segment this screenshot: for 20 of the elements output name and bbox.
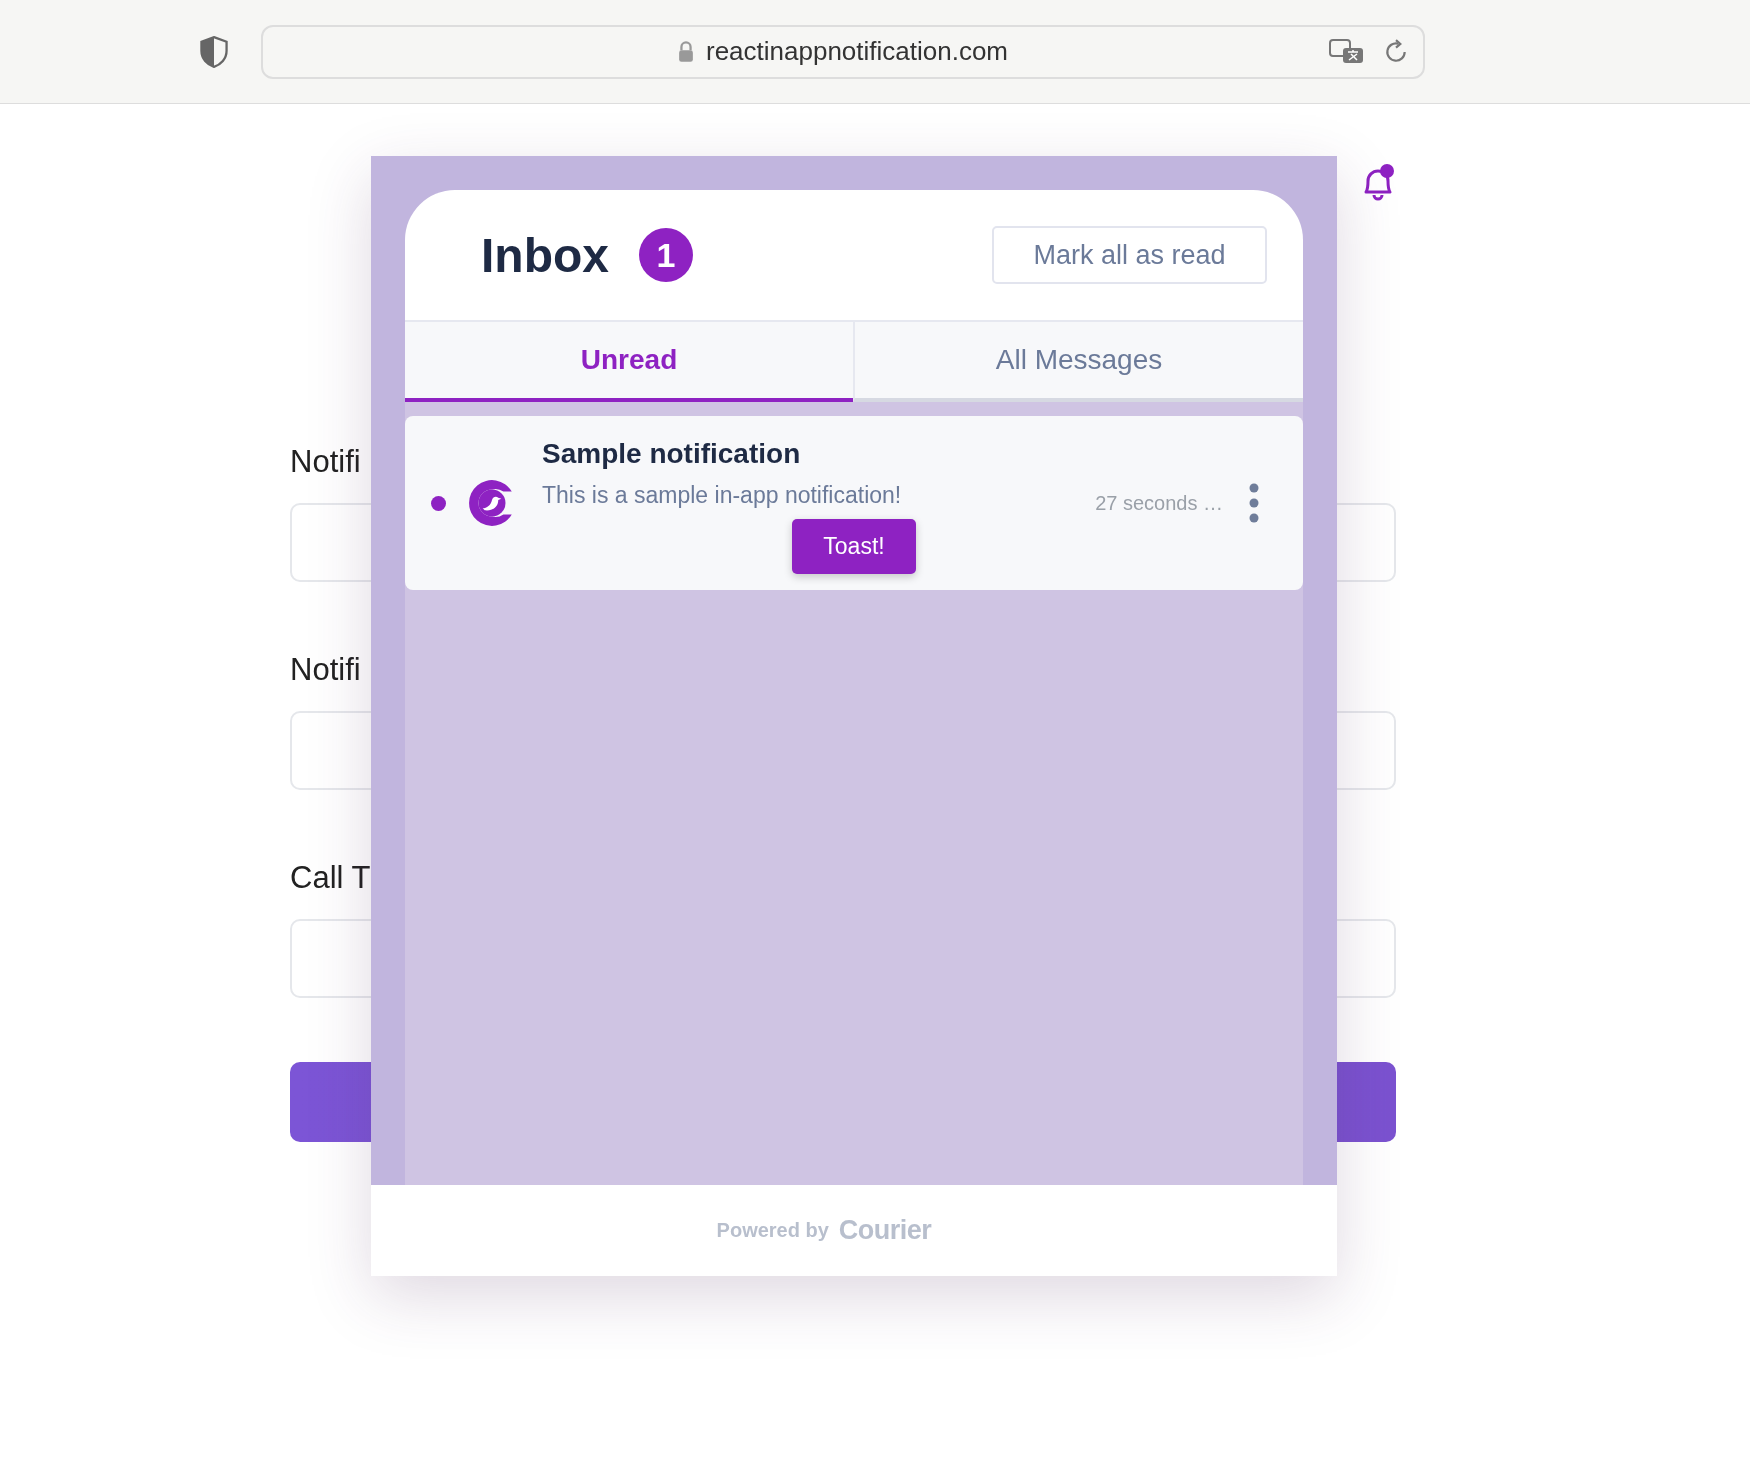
notification-body: This is a sample in-app notification! [542, 482, 902, 509]
field-label: Notifi [290, 652, 361, 688]
tab[interactable]: Unread [405, 322, 853, 402]
reload-icon[interactable] [1383, 38, 1409, 65]
notification-title: Sample notification [542, 438, 801, 470]
mark-all-read-button[interactable]: Mark all as read [992, 226, 1267, 284]
notification-card[interactable]: Sample notification This is a sample in-app notification! Toast! 27 seconds … [405, 416, 1303, 590]
unread-count-badge: 1 [639, 228, 693, 282]
lock-icon [677, 41, 694, 62]
url-text: reactinappnotification.com [705, 36, 1009, 67]
inbox-title: Inbox [481, 227, 609, 283]
timestamp: 27 seconds … [1095, 491, 1223, 515]
powered-by-text: Powered by [716, 1219, 829, 1242]
field-label: Notifi [290, 444, 361, 480]
more-options-icon[interactable] [1249, 483, 1259, 523]
toast-button[interactable]: Toast! [792, 519, 916, 574]
address-bar[interactable]: reactinappnotification.com [261, 24, 1425, 79]
field-label: Call T [290, 860, 371, 896]
tab[interactable]: All Messages [853, 322, 1303, 402]
shield-icon[interactable] [200, 35, 228, 68]
